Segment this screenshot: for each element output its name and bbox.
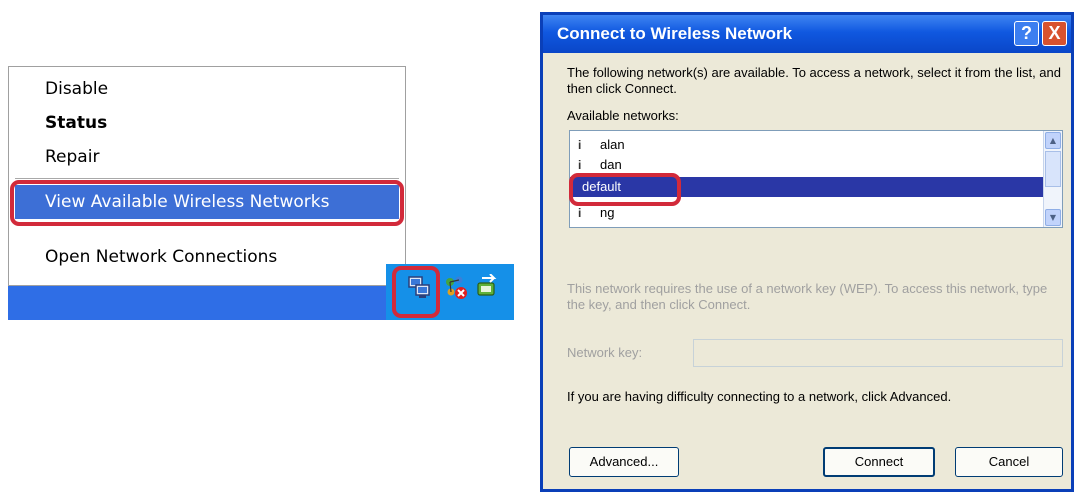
menu-item-disable[interactable]: Disable: [45, 79, 108, 99]
scroll-up-icon[interactable]: ▲: [1045, 132, 1061, 149]
network-item-selected[interactable]: default: [570, 177, 1044, 197]
network-name: default: [582, 179, 622, 194]
menu-item-repair[interactable]: Repair: [45, 147, 99, 167]
close-button[interactable]: X: [1042, 21, 1067, 46]
advanced-help-text: If you are having difficulty connecting …: [567, 389, 952, 404]
safely-remove-hardware-icon[interactable]: [474, 273, 500, 300]
scroll-thumb[interactable]: [1045, 151, 1061, 187]
network-list-scrollbar[interactable]: ▲ ▼: [1043, 131, 1062, 227]
wireless-network-icon: i: [578, 206, 582, 220]
advanced-button[interactable]: Advanced...: [569, 447, 679, 477]
network-connection-icon[interactable]: [406, 274, 432, 300]
menu-item-view-available-wireless-networks[interactable]: View Available Wireless Networks: [15, 185, 399, 219]
disconnected-network-icon[interactable]: [442, 274, 468, 300]
network-list[interactable]: i alan i dan default i ng ▲ ▼: [569, 130, 1063, 228]
scroll-down-icon[interactable]: ▼: [1045, 209, 1061, 226]
connect-wireless-dialog: Connect to Wireless Network ? X The foll…: [540, 12, 1074, 492]
network-key-info: This network requires the use of a netwo…: [567, 281, 1048, 312]
wireless-network-icon: i: [578, 138, 582, 152]
dialog-titlebar[interactable]: Connect to Wireless Network ? X: [543, 15, 1071, 53]
menu-item-status[interactable]: Status: [45, 113, 107, 133]
system-tray: [386, 264, 514, 320]
network-name: alan: [600, 137, 625, 152]
menu-separator: [15, 178, 399, 179]
network-key-label: Network key:: [567, 345, 643, 360]
connect-button[interactable]: Connect: [823, 447, 935, 477]
wireless-network-icon: i: [578, 158, 582, 172]
cancel-button[interactable]: Cancel: [955, 447, 1063, 477]
taskbar: [8, 286, 394, 320]
help-button[interactable]: ?: [1014, 21, 1039, 46]
network-item[interactable]: i dan: [570, 155, 1044, 175]
network-context-menu: Disable Status Repair View Available Wir…: [8, 66, 406, 286]
network-item[interactable]: i ng: [570, 203, 1044, 223]
available-networks-label: Available networks:: [567, 108, 679, 123]
network-name: dan: [600, 157, 622, 172]
network-item[interactable]: i alan: [570, 135, 1044, 155]
intro-text: The following network(s) are available. …: [567, 65, 1061, 96]
network-key-field[interactable]: [693, 339, 1063, 367]
network-name: ng: [600, 205, 615, 220]
dialog-title: Connect to Wireless Network: [557, 24, 793, 43]
menu-item-open-network-connections[interactable]: Open Network Connections: [45, 247, 277, 267]
